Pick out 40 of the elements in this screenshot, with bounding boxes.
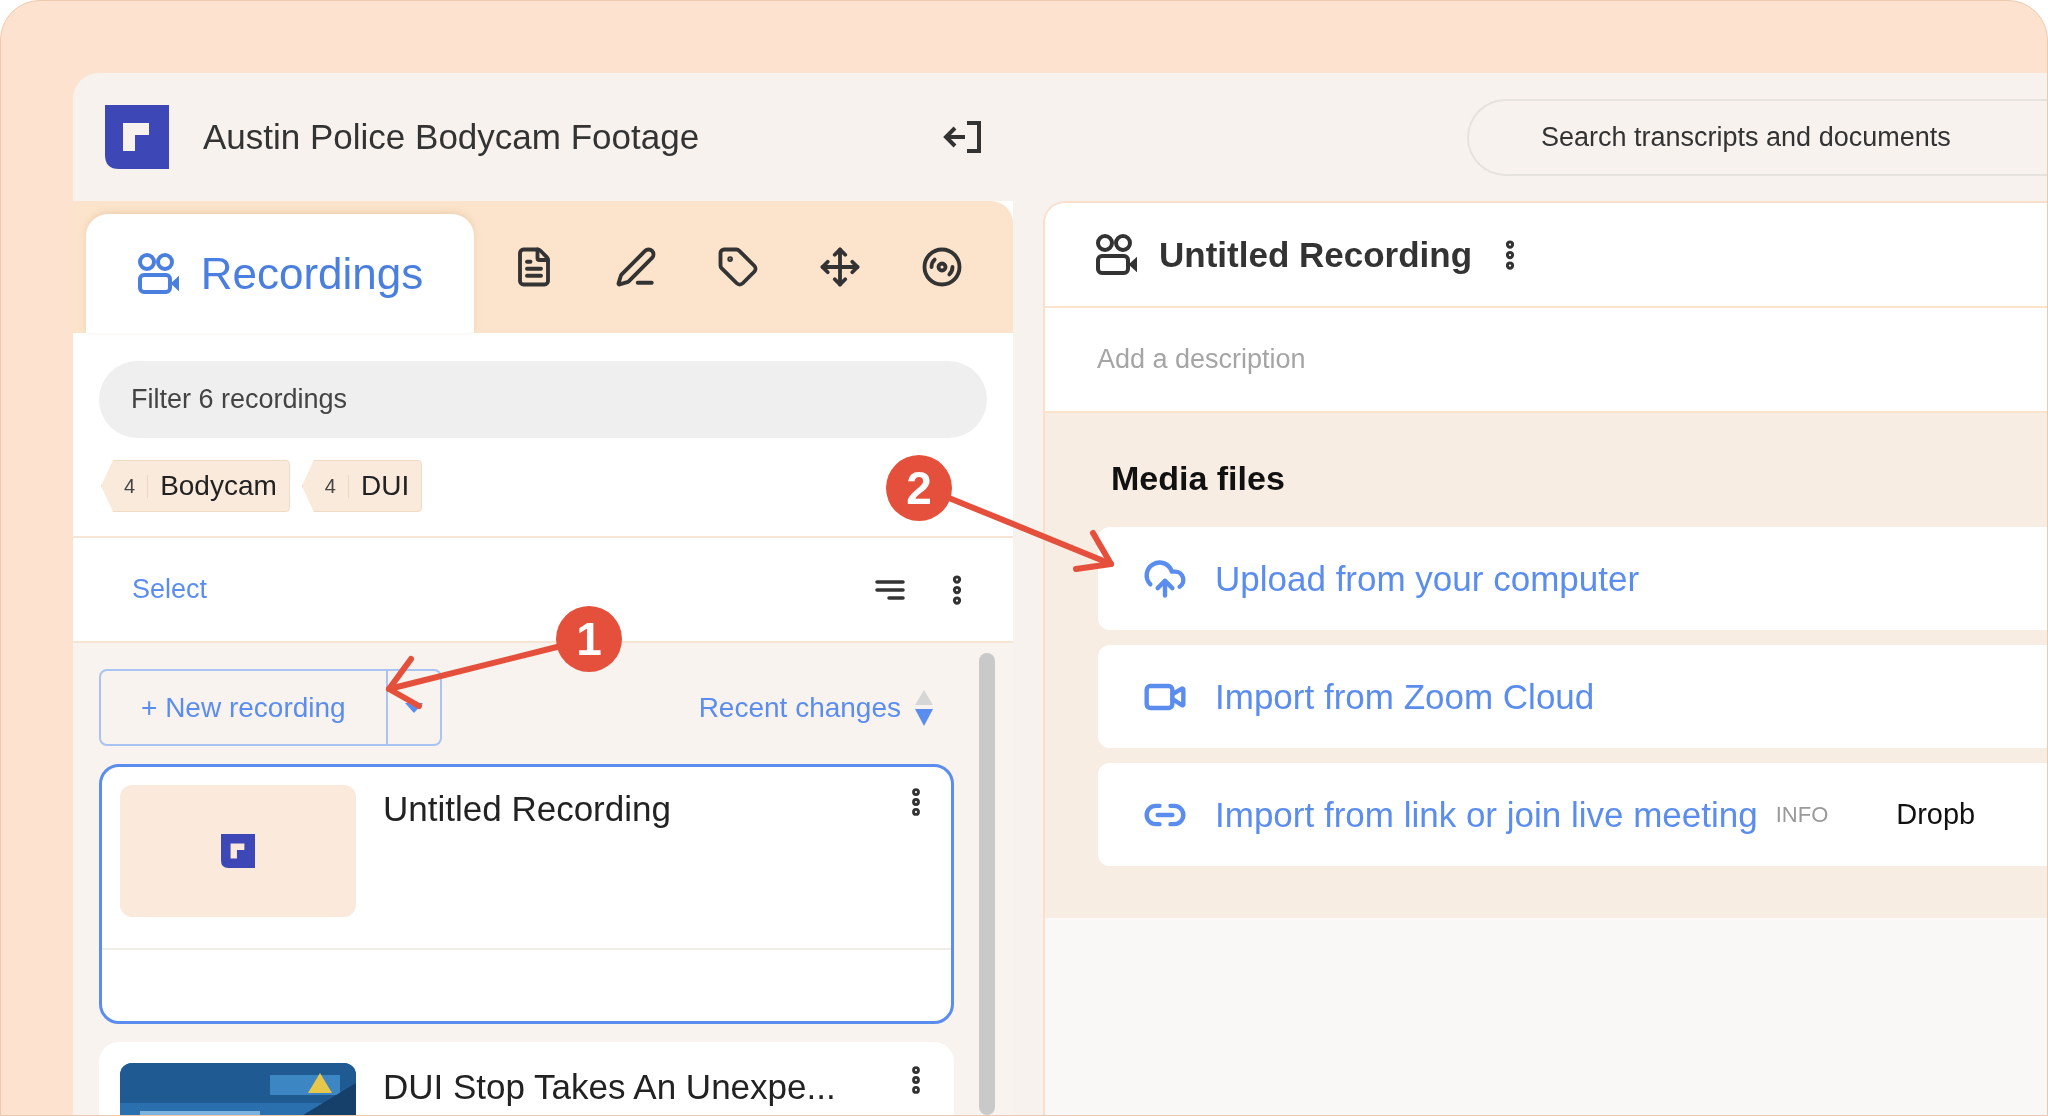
info-label[interactable]: INFO [1775, 801, 1829, 828]
import-option[interactable]: Upload from your computer [1098, 527, 2047, 630]
collapse-sidebar-icon[interactable] [943, 120, 983, 154]
group-video-icon [1095, 233, 1139, 276]
sort-button[interactable]: Recent changes [692, 688, 939, 727]
move-icon [819, 246, 861, 288]
caret-icon [404, 702, 423, 713]
sort-lines-icon[interactable] [875, 579, 905, 600]
section-heading: Media files [1111, 459, 1286, 498]
recordings-tab[interactable]: Recordings [86, 214, 474, 333]
import-option[interactable]: Import from link or join live meeting INFO Dropb [1098, 763, 2047, 866]
tag-chip[interactable]: 4 DUI [301, 460, 423, 512]
description-box[interactable]: Add a description [1045, 308, 2047, 413]
recording-title: DUI Stop Takes An Unexpe... [383, 1069, 837, 1108]
thumbnail-logo [221, 834, 255, 868]
tag-label: DUI [360, 470, 410, 502]
app-logo [105, 105, 169, 169]
group-video-icon [136, 252, 181, 295]
tag-count: 4 [124, 474, 149, 498]
tag-chip[interactable]: 4 Bodycam [101, 460, 290, 512]
recording-title: Untitled Recording [383, 791, 672, 830]
project-title: Austin Police Bodycam Footage [203, 117, 701, 157]
reel-icon [921, 246, 963, 288]
recording-title: Untitled Recording [1159, 234, 1473, 275]
recording-card[interactable]: Untitled Recording [99, 764, 954, 1024]
search-field[interactable]: Search transcripts and documents [1467, 98, 2047, 176]
select-link[interactable]: Select [132, 574, 208, 605]
import-option[interactable]: Import from Zoom Cloud [1098, 645, 2047, 748]
recording-card[interactable]: DUI Stop Takes An Unexpe... [99, 1042, 954, 1115]
tag-count: 4 [324, 474, 349, 498]
filter-field[interactable]: Filter 6 recordings [99, 361, 987, 438]
filter-input[interactable]: Filter 6 recordings [129, 383, 957, 416]
tag-label: Bodycam [160, 470, 277, 502]
sort-icon [915, 689, 933, 726]
dropbox-label[interactable]: Dropb [1896, 798, 1976, 831]
tag-icon [717, 246, 759, 288]
scrollbar[interactable] [979, 653, 995, 1115]
description-field[interactable]: Add a description [1095, 343, 1952, 376]
search-input[interactable]: Search transcripts and documents [1539, 120, 2047, 154]
pen-icon [615, 246, 657, 288]
